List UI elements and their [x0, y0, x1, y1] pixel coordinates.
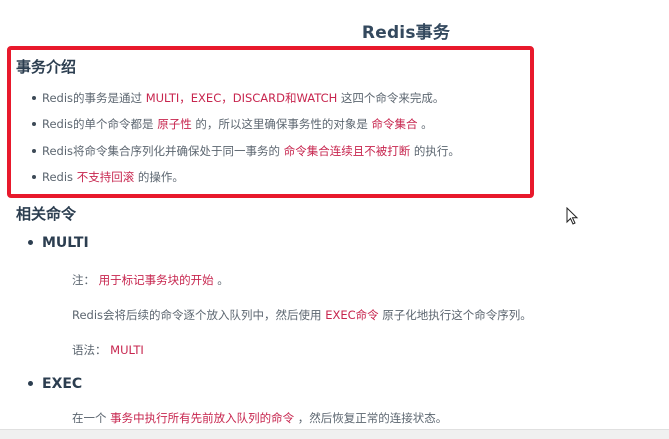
bullet-icon: [32, 121, 36, 126]
highlight-text: EXEC命令: [325, 308, 379, 322]
highlight-text: 不支持回滚: [76, 170, 135, 184]
intro-item-2: Redis的单个命令都是 原子性 的，所以这里确保事务性的对象是 命令集合 。: [32, 116, 433, 132]
multi-syntax: 语法： MULTI: [72, 343, 144, 357]
exec-heading: EXEC: [28, 376, 82, 392]
highlight-text: MULTI，EXEC，DISCARD和WATCH: [145, 91, 338, 105]
highlight-text: MULTI: [110, 343, 144, 357]
multi-description: Redis会将后续的命令逐个放入队列中，然后使用 EXEC命令 原子化地执行这个…: [72, 308, 532, 322]
commands-heading: 相关命令: [16, 205, 77, 223]
multi-heading: MULTI: [28, 235, 89, 251]
exec-description: 在一个 事务中执行所有先前放入队列的命令 ，然后恢复正常的连接状态。: [72, 411, 448, 425]
intro-item-4: Redis 不支持回滚 的操作。: [32, 169, 184, 185]
bullet-icon: [28, 380, 33, 386]
bullet-icon: [32, 148, 36, 153]
horizontal-scrollbar[interactable]: [0, 429, 669, 439]
intro-item-3: Redis将命令集合序列化并确保处于同一事务的 命令集合连续且不被打断 的执行。: [32, 143, 460, 159]
highlight-text: 用于标记事务块的开始: [98, 273, 214, 287]
bullet-icon: [32, 174, 36, 179]
bullet-icon: [28, 239, 33, 245]
page-title: Redis事务: [361, 23, 451, 43]
mouse-pointer-icon: [566, 207, 579, 225]
intro-heading: 事务介绍: [16, 58, 77, 76]
highlight-text: 命令集合连续且不被打断: [283, 144, 411, 158]
highlight-text: 事务中执行所有先前放入队列的命令: [110, 411, 295, 425]
highlight-text: 命令集合: [371, 117, 418, 131]
highlight-text: 原子性: [157, 117, 192, 131]
bullet-icon: [32, 95, 36, 100]
multi-note: 注： 用于标记事务块的开始 。: [72, 273, 229, 287]
intro-item-1: Redis的事务是通过 MULTI，EXEC，DISCARD和WATCH 这四个…: [32, 90, 444, 106]
